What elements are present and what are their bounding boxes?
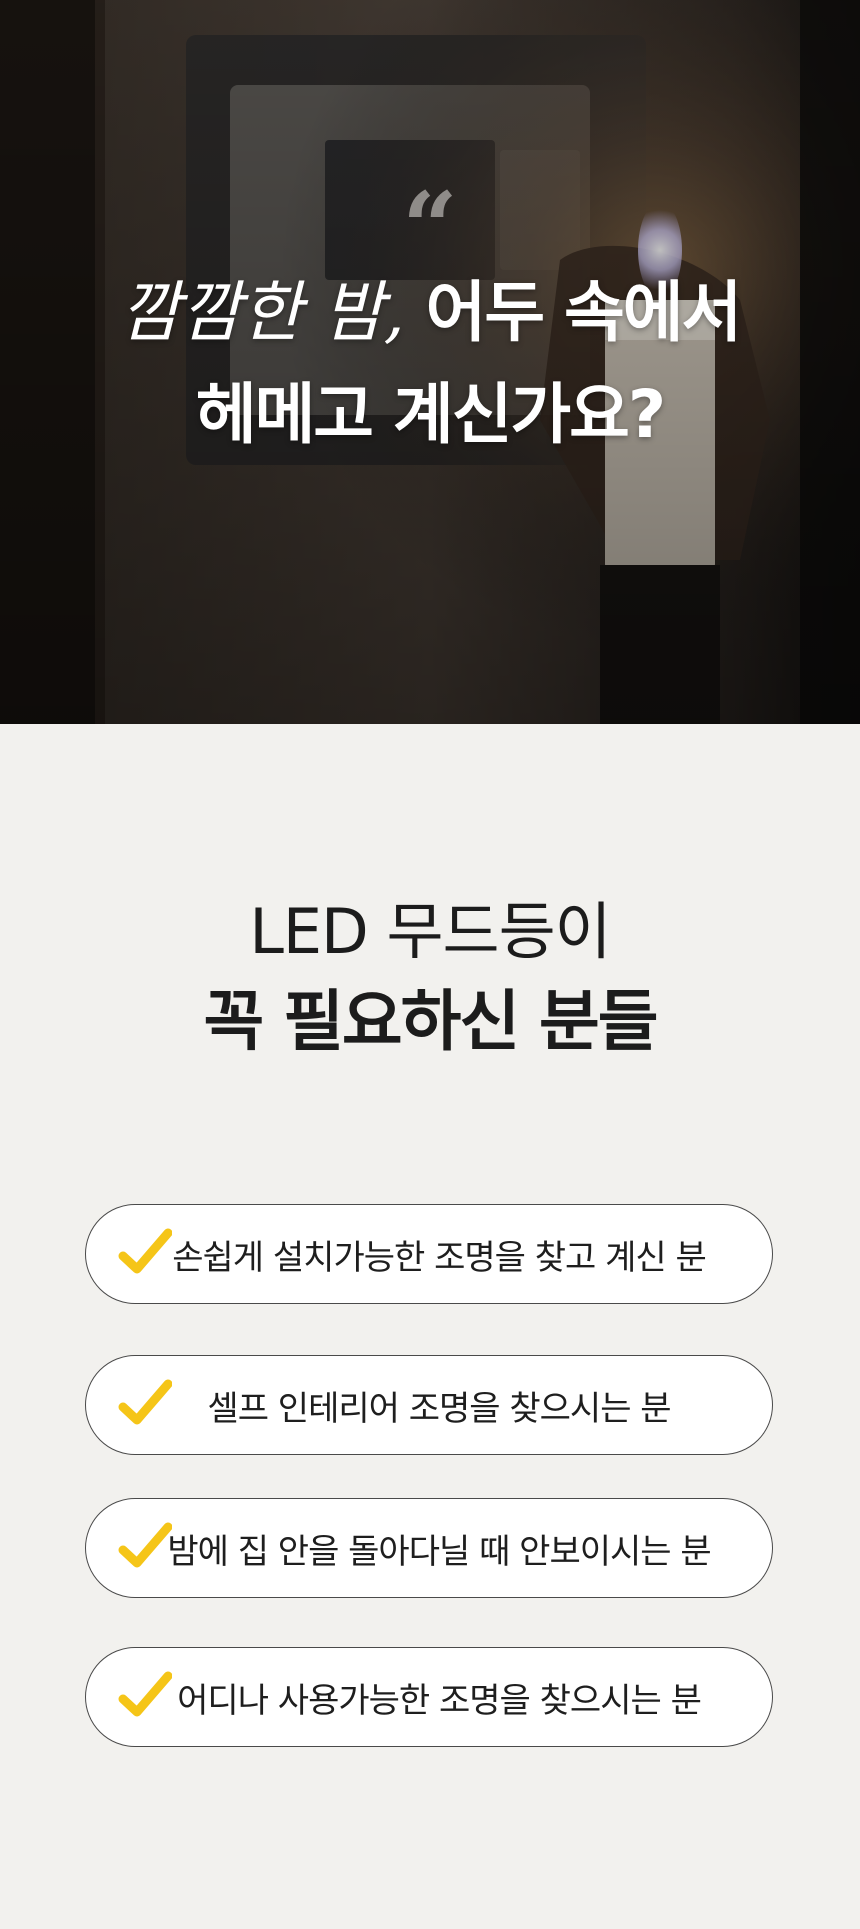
section-heading-line2: 꼭 필요하신 분들 [203, 983, 659, 1060]
checklist-item: 셀프 인테리어 조명을 찾으시는 분 [85, 1355, 773, 1455]
hero-banner: “ 깜깜한 밤, 어두 속에서 헤메고 계신가요? [0, 0, 860, 724]
checklist-item-text: 셀프 인테리어 조명을 찾으시는 분 [207, 1388, 671, 1429]
section-heading-line1: LED 무드등이 [249, 895, 611, 968]
hero-title-line2: 헤메고 계신가요? [195, 376, 666, 453]
checklist-item: 밤에 집 안을 돌아다닐 때 안보이시는 분 [85, 1498, 773, 1598]
page: “ 깜깜한 밤, 어두 속에서 헤메고 계신가요? LED 무드등이 꼭 필요하… [0, 0, 860, 1929]
checklist-item: 손쉽게 설치가능한 조명을 찾고 계신 분 [85, 1204, 773, 1304]
hero-title-bold: 어두 속에서 [425, 274, 743, 351]
hero-title-script: 깜깜한 밤, [119, 274, 405, 351]
checklist-item: 어디나 사용가능한 조명을 찾으시는 분 [85, 1647, 773, 1747]
hero-title-line1: 깜깜한 밤, 어두 속에서 [0, 262, 860, 364]
hero-title: 깜깜한 밤, 어두 속에서 헤메고 계신가요? [0, 262, 860, 466]
checklist-item-text: 손쉽게 설치가능한 조명을 찾고 계신 분 [172, 1237, 707, 1278]
checklist-item-text: 어디나 사용가능한 조명을 찾으시는 분 [177, 1680, 702, 1721]
section-heading: LED 무드등이 꼭 필요하신 분들 [0, 890, 860, 1070]
checklist-item-text: 밤에 집 안을 돌아다닐 때 안보이시는 분 [167, 1531, 711, 1572]
